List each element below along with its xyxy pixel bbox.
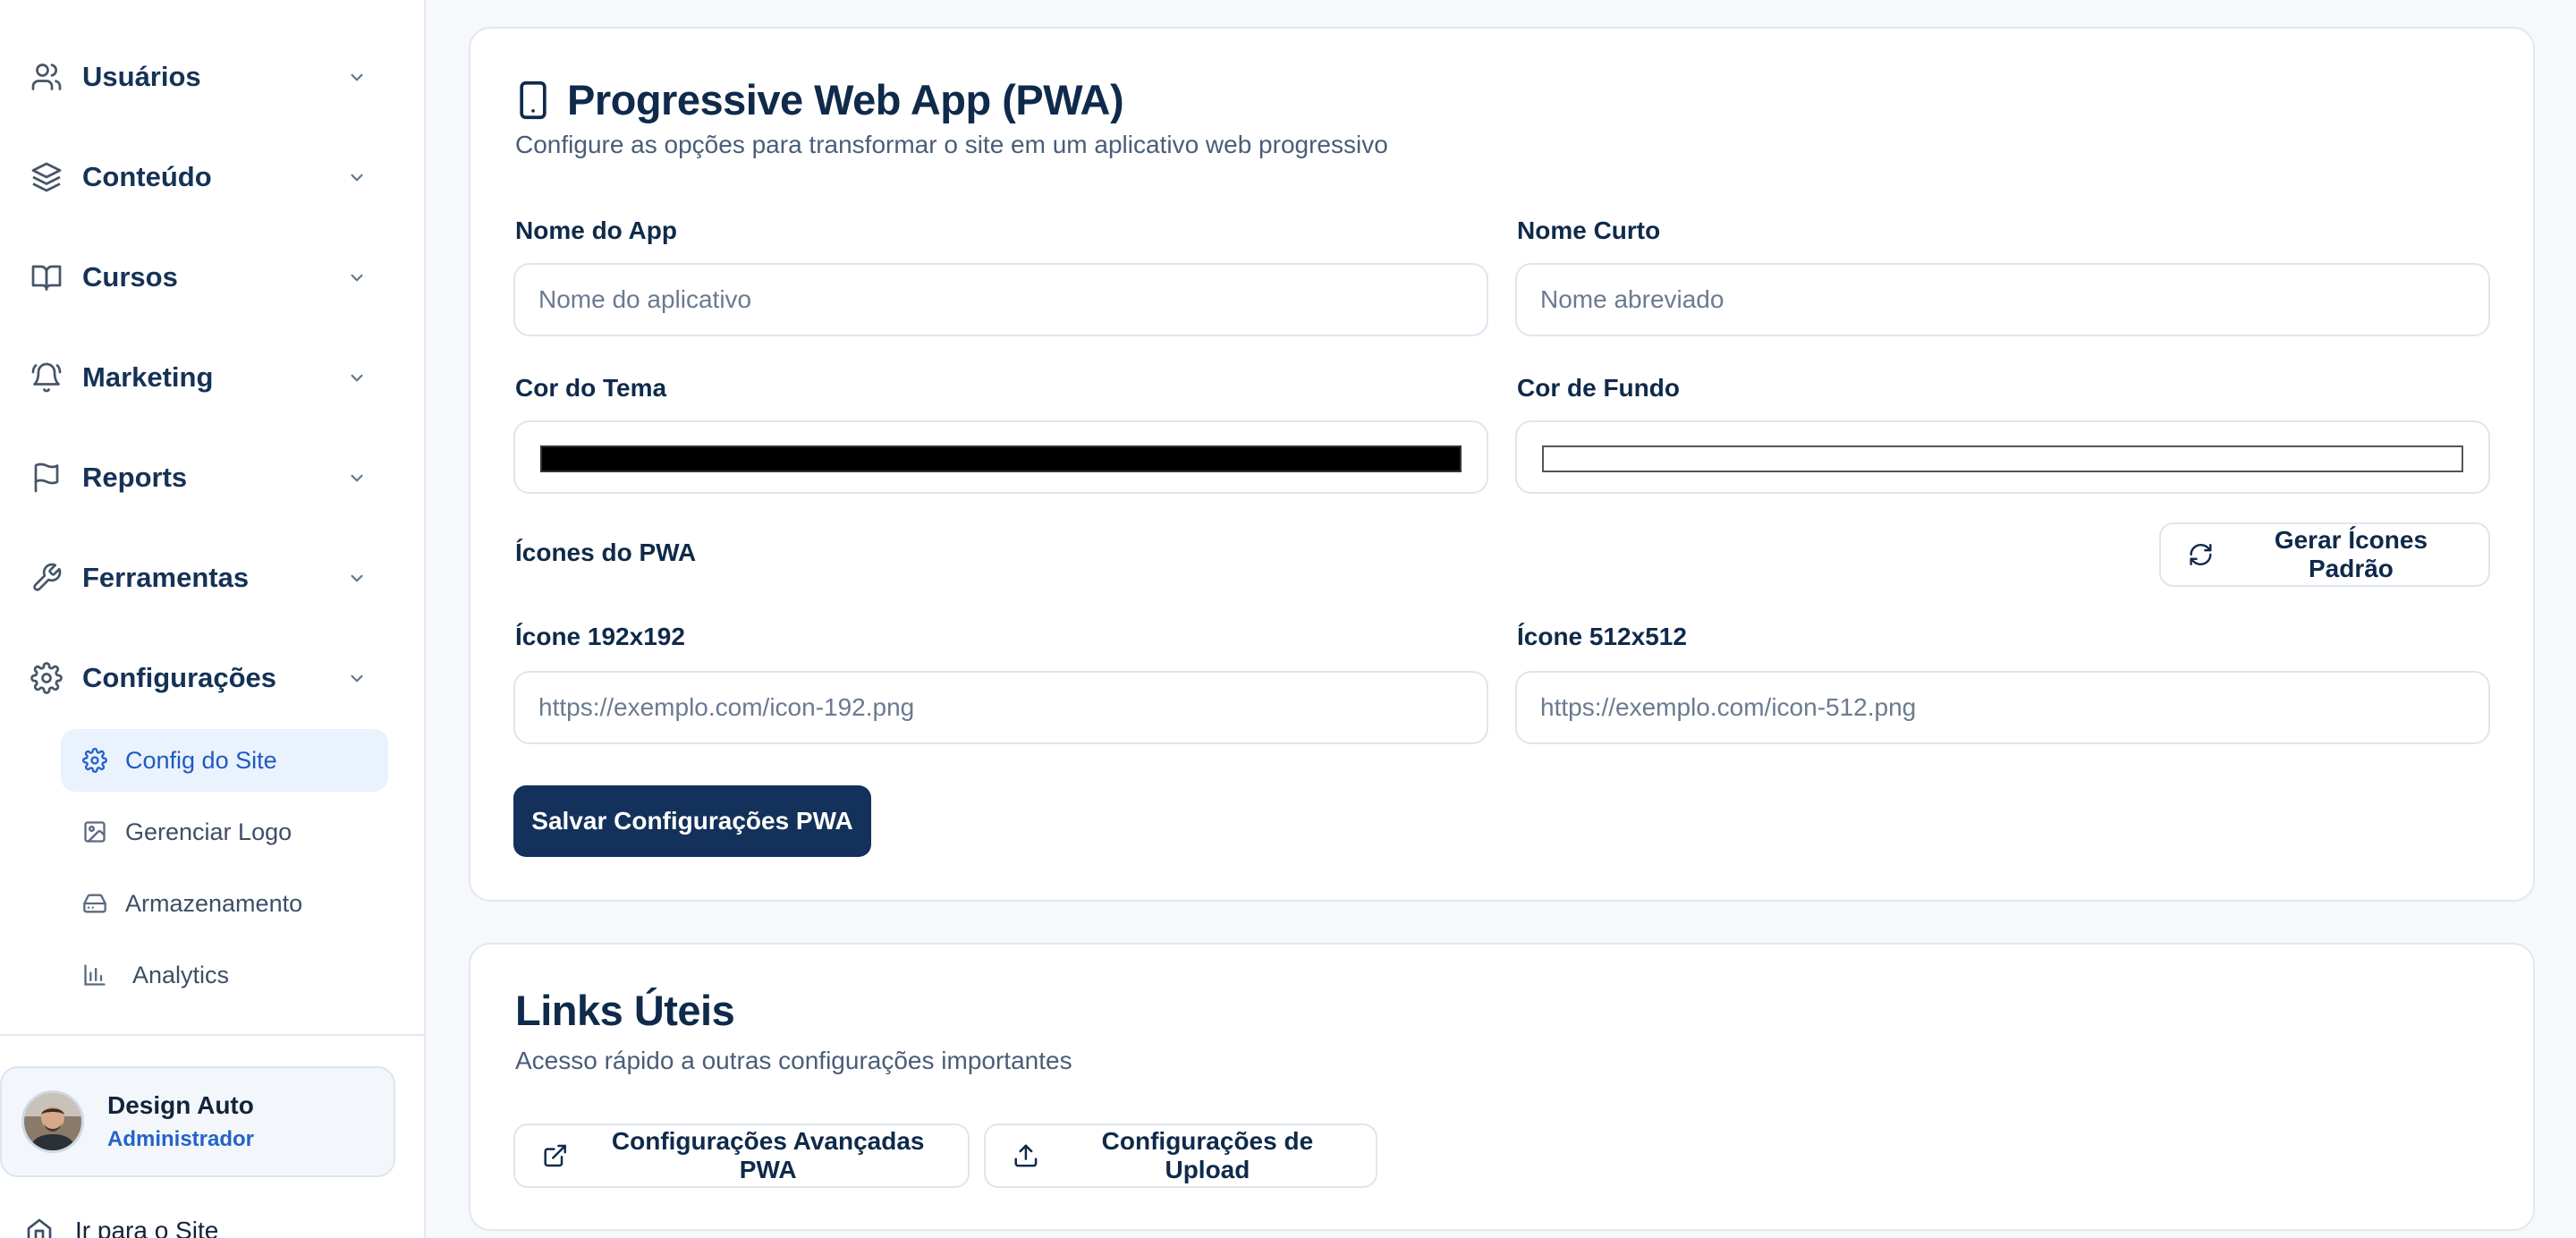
sidebar-item-label: Gerenciar Logo — [125, 818, 292, 845]
sidebar-group-configuracoes[interactable]: Configurações — [30, 651, 369, 705]
chevron-down-icon — [351, 174, 363, 182]
sidebar-group-label: Cursos — [82, 261, 178, 293]
avatar — [21, 1090, 84, 1153]
sidebar-group-usuarios[interactable]: Usuários — [30, 50, 369, 104]
icon-512-input[interactable] — [1515, 671, 2490, 744]
short-name-input[interactable] — [1515, 263, 2490, 336]
sidebar-group-label: Configurações — [82, 662, 277, 693]
chevron-down-icon — [351, 73, 363, 81]
sidebar-item-label: Config do Site — [125, 746, 277, 774]
chevron-down-icon — [351, 574, 363, 582]
sidebar-item-label: Armazenamento — [125, 889, 303, 917]
theme-color-swatch — [540, 445, 1462, 472]
sidebar-group-label: Reports — [82, 462, 188, 493]
sidebar-item-armazenamento[interactable]: Armazenamento — [61, 872, 388, 935]
links-subtitle: Acesso rápido a outras configurações imp… — [515, 1047, 1072, 1074]
sidebar-group-ferramentas[interactable]: Ferramentas — [30, 551, 369, 605]
icon-192-label: Ícone 192x192 — [515, 623, 685, 650]
chevron-down-icon — [351, 374, 363, 382]
background-color-picker[interactable] — [1515, 420, 2490, 494]
layers-icon — [31, 162, 62, 192]
short-name-label: Nome Curto — [1517, 216, 1661, 244]
pwa-settings-card: Progressive Web App (PWA) Configure as o… — [469, 27, 2535, 902]
sidebar-item-analytics[interactable]: Analytics — [61, 944, 388, 1006]
gear-icon — [82, 748, 107, 773]
image-icon — [84, 821, 106, 843]
generate-default-icons-label: Gerar Ícones Padrão — [2274, 526, 2428, 582]
user-name: Design Auto — [107, 1091, 254, 1119]
app-name-input[interactable] — [513, 263, 1488, 336]
home-icon — [27, 1218, 52, 1238]
sidebar-group-label: Usuários — [82, 61, 201, 92]
advanced-pwa-settings-button[interactable]: Configurações Avançadas PWA — [513, 1124, 970, 1188]
go-to-site-label: Ir para o Site — [75, 1217, 219, 1238]
useful-links-card: Links Úteis Acesso rápido a outras confi… — [469, 943, 2535, 1231]
advanced-pwa-settings-label: Configurações Avançadas PWA — [611, 1127, 925, 1183]
sidebar-group-label: Conteúdo — [82, 161, 212, 192]
sidebar-group-cursos[interactable]: Cursos — [30, 250, 369, 304]
book-open-icon — [31, 265, 62, 291]
sidebar-group-marketing[interactable]: Marketing — [30, 351, 369, 404]
refresh-icon — [2190, 543, 2212, 566]
users-icon — [31, 64, 62, 90]
upload-settings-label: Configurações de Upload — [1101, 1127, 1314, 1183]
icon-192-input[interactable] — [513, 671, 1488, 744]
upload-icon — [1014, 1144, 1038, 1167]
external-link-icon — [544, 1144, 566, 1167]
flag-icon — [34, 462, 59, 493]
sidebar-item-config-do-site[interactable]: Config do Site — [61, 729, 388, 792]
sidebar-item-label: Analytics — [132, 961, 230, 988]
bar-chart-icon — [84, 964, 106, 986]
bell-icon — [31, 362, 62, 393]
gear-icon — [30, 662, 63, 694]
theme-color-label: Cor do Tema — [515, 374, 667, 402]
pwa-title: Progressive Web App (PWA) — [567, 76, 1124, 123]
pwa-icons-label: Ícones do PWA — [515, 538, 697, 566]
theme-color-picker[interactable] — [513, 420, 1488, 494]
chevron-down-icon — [351, 674, 363, 683]
background-color-swatch — [1542, 445, 2463, 472]
links-title: Links Úteis — [515, 987, 735, 1034]
chevron-down-icon — [351, 274, 363, 282]
sidebar-group-conteudo[interactable]: Conteúdo — [30, 150, 369, 204]
icon-512-label: Ícone 512x512 — [1517, 623, 1687, 650]
sidebar-divider — [0, 1034, 424, 1036]
app-name-label: Nome do App — [515, 216, 677, 244]
wrench-icon — [33, 563, 62, 591]
hard-drive-icon — [83, 894, 106, 913]
user-card[interactable]: Design Auto Administrador — [0, 1066, 395, 1177]
sidebar-group-label: Ferramentas — [82, 562, 250, 593]
generate-default-icons-button[interactable]: Gerar Ícones Padrão — [2159, 522, 2490, 587]
go-to-site-link[interactable]: Ir para o Site — [25, 1211, 218, 1238]
user-role: Administrador — [107, 1127, 255, 1151]
smartphone-icon — [520, 81, 547, 119]
upload-settings-button[interactable]: Configurações de Upload — [984, 1124, 1377, 1188]
sidebar-item-gerenciar-logo[interactable]: Gerenciar Logo — [61, 801, 388, 863]
sidebar-group-reports[interactable]: Reports — [30, 451, 369, 505]
pwa-subtitle: Configure as opções para transformar o s… — [515, 131, 1388, 158]
sidebar-group-label: Marketing — [82, 361, 214, 393]
chevron-down-icon — [351, 474, 363, 482]
background-color-label: Cor de Fundo — [1517, 374, 1680, 402]
sidebar: Usuários Conteúdo Cursos Marketing Repor… — [0, 0, 426, 1238]
save-pwa-settings-button[interactable]: Salvar Configurações PWA — [513, 785, 871, 857]
